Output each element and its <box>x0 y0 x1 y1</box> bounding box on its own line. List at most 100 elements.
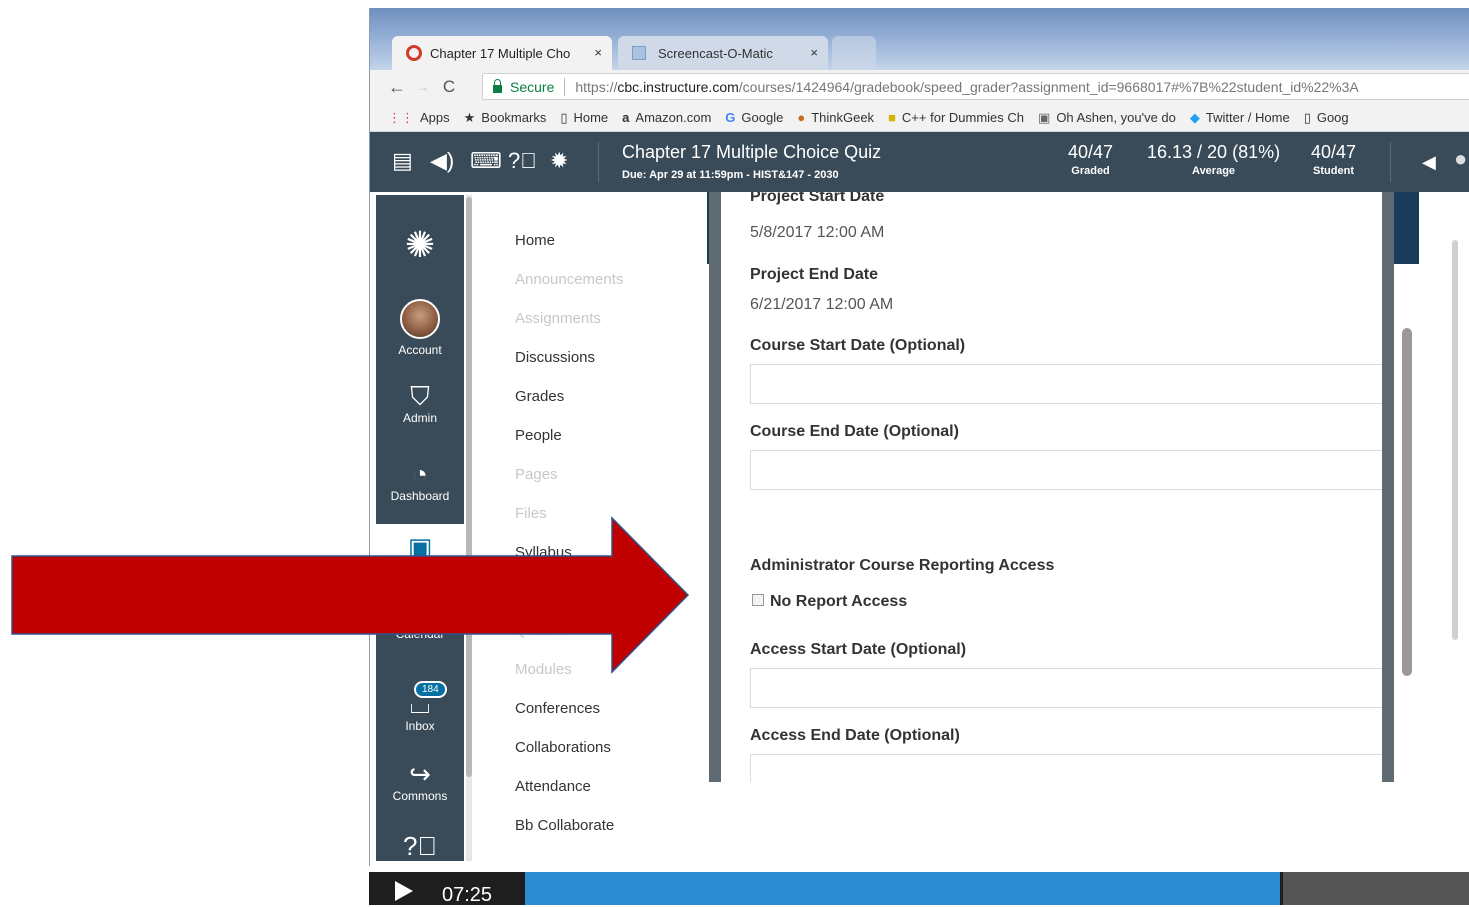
no-report-access-label[interactable]: No Report Access <box>770 593 907 611</box>
bookmark-twitter[interactable]: ◆ Twitter / Home <box>1190 110 1290 126</box>
nav-help[interactable]: ?⃝ <box>376 831 464 861</box>
nav-label: Calendar <box>395 627 445 641</box>
access-end-input[interactable] <box>750 754 1382 782</box>
address-row: ← → C Secure https://cbc.instructure.com… <box>370 70 1469 104</box>
bookmark-goog[interactable]: ▯ Goog <box>1304 110 1349 126</box>
course-nav-outcomes[interactable]: Outcomes <box>515 583 583 600</box>
book-icon: ■ <box>888 110 896 125</box>
nav-label: Commons <box>392 789 448 803</box>
url-bar[interactable]: Secure https://cbc.instructure.com/cours… <box>482 73 1469 100</box>
secure-indicator[interactable]: Secure <box>493 78 555 95</box>
page-scrollbar[interactable] <box>1452 240 1458 640</box>
close-tab-icon[interactable]: × <box>810 45 818 60</box>
help-circle-icon[interactable]: ?⃝ <box>508 148 537 174</box>
secure-label: Secure <box>510 78 555 95</box>
access-start-input[interactable] <box>750 668 1382 708</box>
course-nav-people[interactable]: People <box>515 427 562 444</box>
bookmark-home[interactable]: ▯ Home <box>560 110 608 126</box>
nav-account[interactable]: Account <box>376 299 464 357</box>
dashboard-gauge-icon: ◔ <box>412 459 428 489</box>
course-start-input[interactable] <box>750 364 1382 404</box>
project-start-value: 5/8/2017 12:00 AM <box>750 224 885 241</box>
course-nav-grades[interactable]: Grades <box>515 388 564 405</box>
bookmark-bookmarks[interactable]: ★ Bookmarks <box>464 110 547 126</box>
bookmark-google[interactable]: G Google <box>725 110 783 125</box>
header-divider <box>598 142 599 182</box>
avatar <box>400 299 440 339</box>
tab-strip: Chapter 17 Multiple Cho × Screencast-O-M… <box>370 8 1469 70</box>
nav-commons[interactable]: ↪ Commons <box>376 759 464 803</box>
assignment-title[interactable]: Chapter 17 Multiple Choice Quiz <box>622 142 881 163</box>
nav-inbox[interactable]: 184 ⌴ Inbox <box>376 681 464 733</box>
course-nav-modules[interactable]: Modules <box>515 661 572 678</box>
new-tab-button[interactable] <box>832 36 876 70</box>
admin-access-heading: Administrator Course Reporting Access <box>750 557 1055 574</box>
course-nav-attendance[interactable]: Attendance <box>515 778 591 795</box>
bookmark-label: ThinkGeek <box>811 110 875 125</box>
bookmark-apps[interactable]: ⋮⋮ Apps <box>388 110 450 126</box>
course-nav-home[interactable]: Home <box>515 232 555 249</box>
close-tab-icon[interactable]: × <box>594 45 602 60</box>
bookmark-amazon[interactable]: a Amazon.com <box>622 110 711 125</box>
gradebook-icon[interactable]: ▤ <box>392 148 413 174</box>
previous-student-icon[interactable]: ◀ <box>1422 152 1436 173</box>
course-nav-collaborations[interactable]: Collaborations <box>515 739 611 756</box>
course-reporting-dialog: Project Start Date 5/8/2017 12:00 AM Pro… <box>709 192 1394 782</box>
canvas-favicon-icon <box>406 45 422 61</box>
bookmark-thinkgeek[interactable]: ● ThinkGeek <box>797 110 874 125</box>
screencast-favicon-icon <box>632 46 646 60</box>
course-nav-pages[interactable]: Pages <box>515 466 558 483</box>
no-report-access-checkbox[interactable] <box>752 594 764 606</box>
average-stat: 16.13 / 20 (81%) Average <box>1147 142 1280 177</box>
bookmark-label: Apps <box>420 110 450 125</box>
course-nav-assignments[interactable]: Assignments <box>515 310 601 327</box>
back-button[interactable]: ← <box>384 77 410 98</box>
canvas-logo[interactable]: ✺ <box>376 225 464 265</box>
url-path: /courses/1424964/gradebook/speed_grader?… <box>738 78 1359 95</box>
courses-book-icon: ▣ <box>407 532 433 562</box>
nav-scroll-thumb[interactable] <box>466 197 472 777</box>
speedgrader-header: ▤ ◀) ⌨ ?⃝ ✹ Chapter 17 Multiple Choice Q… <box>370 132 1469 192</box>
url-separator <box>564 77 566 96</box>
url-scheme: https:// <box>575 78 618 95</box>
course-nav-bb-collaborate[interactable]: Bb Collaborate <box>515 817 614 834</box>
tab-chapter-17-quiz[interactable]: Chapter 17 Multiple Cho × <box>392 36 612 70</box>
google-icon: G <box>725 110 736 125</box>
nav-courses[interactable]: ▣ <box>376 524 464 572</box>
course-end-input[interactable] <box>750 450 1382 490</box>
forward-button[interactable]: → <box>410 80 436 94</box>
page-icon: ▯ <box>1303 109 1311 125</box>
bookmark-oh-ashen[interactable]: ▣ Oh Ashen, you've do <box>1038 110 1176 126</box>
nav-scrollbar[interactable] <box>466 195 472 861</box>
nav-label: Inbox <box>405 719 435 733</box>
nav-calendar[interactable]: Calendar <box>376 627 464 641</box>
course-nav-announcements[interactable]: Announcements <box>515 271 623 288</box>
play-icon[interactable] <box>395 881 413 901</box>
course-nav-conferences[interactable]: Conferences <box>515 700 600 717</box>
course-nav-discussions[interactable]: Discussions <box>515 349 595 366</box>
tab-label: Chapter 17 Multiple Cho <box>430 45 571 61</box>
course-nav-quizzes[interactable]: Quizzes <box>515 622 569 639</box>
tab-screencast-o-matic[interactable]: Screencast-O-Matic × <box>618 36 828 70</box>
header-divider <box>1390 142 1391 182</box>
course-nav-syllabus[interactable]: Syllabus <box>515 544 572 561</box>
project-start-label: Project Start Date <box>750 192 885 205</box>
nav-admin[interactable]: ⛉ Admin <box>376 381 464 425</box>
bookmark-label: C++ for Dummies Ch <box>901 110 1025 125</box>
dialog-scrollbar[interactable] <box>1402 328 1412 676</box>
student-avatar-icon[interactable]: ● <box>1454 146 1467 172</box>
global-navigation: ✺ Account ⛉ Admin ◔ Dashboard ▣ Calendar… <box>376 195 464 861</box>
reload-button[interactable]: C <box>436 77 462 97</box>
course-start-label: Course Start Date (Optional) <box>750 337 966 354</box>
keyboard-icon[interactable]: ⌨ <box>470 148 502 174</box>
video-progress-bar[interactable] <box>525 872 1280 905</box>
course-nav-files[interactable]: Files <box>515 505 547 522</box>
gear-icon[interactable]: ✹ <box>550 148 568 174</box>
speaker-icon[interactable]: ◀) <box>430 148 454 174</box>
bookmark-cpp-dummies[interactable]: ■ C++ for Dummies Ch <box>888 110 1024 125</box>
lock-icon <box>493 78 502 93</box>
assignment-due: Due: Apr 29 at 11:59pm - HIST&147 - 2030 <box>622 169 839 181</box>
video-progress-remaining[interactable] <box>1283 872 1469 905</box>
shield-star-icon: ⛉ <box>410 381 430 411</box>
nav-dashboard[interactable]: ◔ Dashboard <box>376 459 464 503</box>
